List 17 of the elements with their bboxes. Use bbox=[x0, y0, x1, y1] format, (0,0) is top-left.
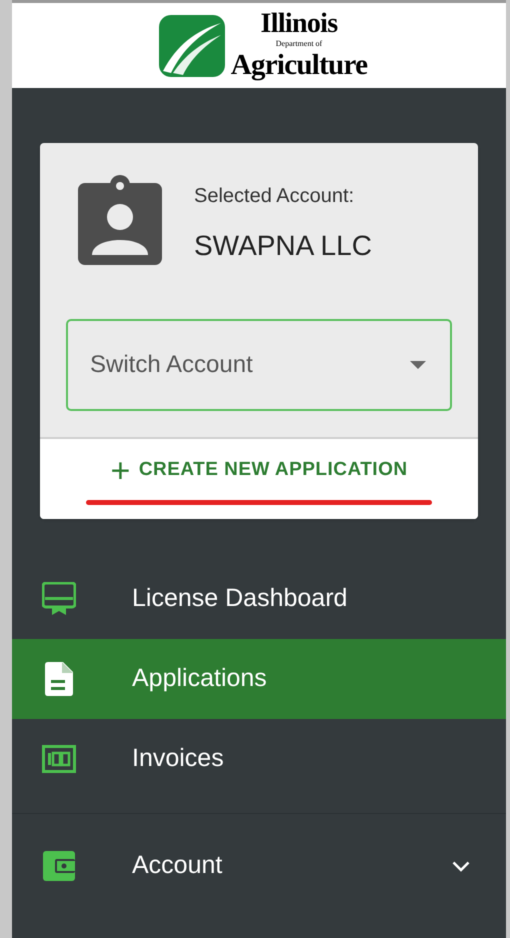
document-icon bbox=[45, 662, 73, 696]
dropdown-caret-icon bbox=[410, 361, 426, 369]
account-label: Selected Account: bbox=[194, 184, 356, 209]
certificate-icon bbox=[42, 582, 76, 616]
switch-account-field[interactable]: Switch Account bbox=[66, 319, 452, 411]
logo-icon bbox=[158, 14, 225, 76]
logo-subtitle: Department of bbox=[276, 39, 322, 48]
account-name: SWAPNA LLC bbox=[194, 229, 372, 263]
badge-person-icon bbox=[78, 173, 162, 265]
cash-icon bbox=[42, 745, 76, 773]
nav-item[interactable]: Account bbox=[12, 826, 506, 906]
nav-item[interactable]: License Dashboard bbox=[12, 559, 506, 639]
nav-item[interactable]: Invoices bbox=[12, 719, 506, 799]
wallet-icon bbox=[43, 851, 75, 881]
logo-text: Illinois bbox=[260, 9, 338, 39]
logo-text: Agriculture bbox=[230, 48, 368, 82]
nav-item[interactable]: Applications bbox=[12, 639, 506, 719]
